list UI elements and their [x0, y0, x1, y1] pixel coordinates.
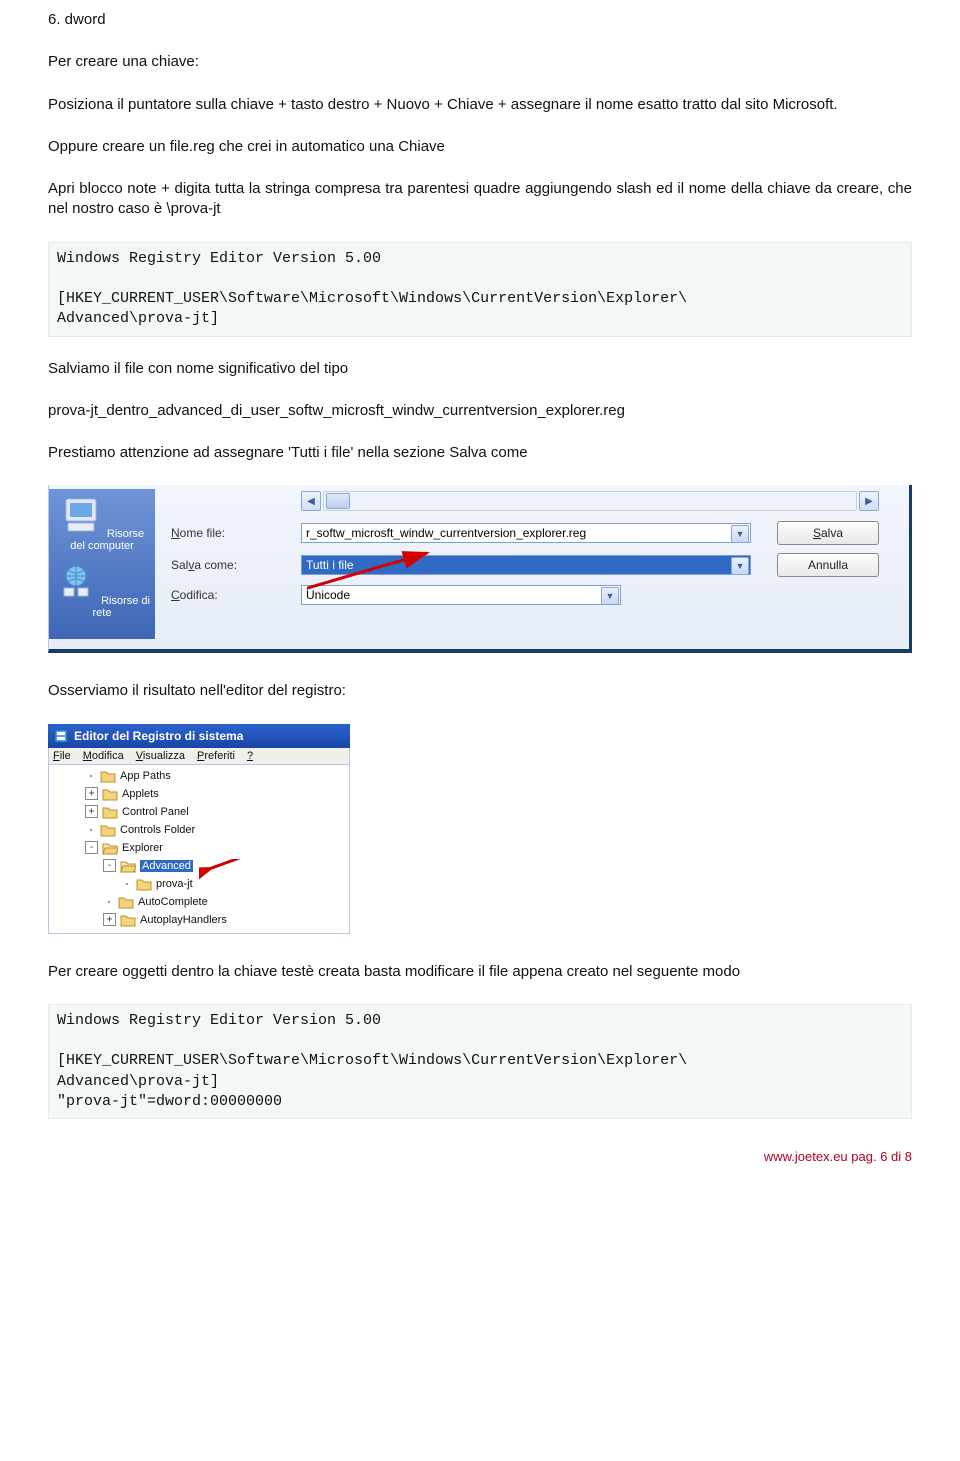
computer-icon — [60, 495, 104, 535]
filename-value: r_softw_microsft_windw_currentversion_ex… — [306, 526, 586, 540]
menu-modifica[interactable]: Modifica — [83, 750, 124, 762]
menu-file[interactable]: File — [53, 750, 71, 762]
folder-open-icon — [120, 859, 136, 873]
folder-icon — [102, 787, 118, 801]
code-block-2: Windows Registry Editor Version 5.00 [HK… — [48, 1004, 912, 1119]
tree-node-applets[interactable]: + Applets — [49, 785, 349, 803]
save-as-label: Salva come: — [171, 558, 301, 572]
para-instructions: Posiziona il puntatore sulla chiave + ta… — [48, 95, 912, 115]
encoding-select[interactable]: Unicode ▼ — [301, 585, 621, 605]
save-button[interactable]: Salva — [777, 521, 879, 545]
para-apri-blocco: Apri blocco note + digita tutta la strin… — [48, 179, 912, 220]
menu-visualizza[interactable]: Visualizza — [136, 750, 185, 762]
registry-editor-window: Editor del Registro di sistema File Modi… — [48, 724, 350, 934]
dropdown-icon[interactable]: ▼ — [731, 557, 749, 575]
save-dialog-places-bar: Risorse del computer Risorse di rete — [49, 489, 155, 639]
tree-node-explorer[interactable]: - Explorer — [49, 839, 349, 857]
para-salviamo: Salviamo il file con nome significativo … — [48, 359, 912, 379]
place-my-computer[interactable]: Risorse del computer — [53, 495, 151, 552]
registry-tree[interactable]: App Paths + Applets + Control Panel Cont… — [48, 765, 350, 934]
filename-input[interactable]: r_softw_microsft_windw_currentversion_ex… — [301, 523, 751, 543]
tree-node-prova-jt[interactable]: prova-jt — [49, 875, 349, 893]
folder-open-icon — [102, 841, 118, 855]
save-as-type-select[interactable]: Tutti i file ▼ — [301, 555, 751, 575]
para-prestiamo: Prestiamo attenzione ad assegnare 'Tutti… — [48, 443, 912, 463]
folder-icon — [136, 877, 152, 891]
tree-node-autoplayhandlers[interactable]: + AutoplayHandlers — [49, 911, 349, 929]
scroll-right-button[interactable]: ▶ — [859, 491, 879, 511]
scroll-left-button[interactable]: ◀ — [301, 491, 321, 511]
folder-icon — [100, 823, 116, 837]
menu-preferiti[interactable]: Preferiti — [197, 750, 235, 762]
para-oppure: Oppure creare un file.reg che crei in au… — [48, 137, 912, 157]
folder-icon — [100, 769, 116, 783]
heading-dword: 6. dword — [48, 10, 912, 30]
network-icon — [54, 562, 98, 602]
scroll-thumb[interactable] — [326, 493, 350, 509]
folder-icon — [118, 895, 134, 909]
tree-node-advanced[interactable]: - Advanced — [49, 857, 349, 875]
scroll-track[interactable] — [323, 491, 857, 511]
menubar[interactable]: File Modifica Visualizza Preferiti ? — [48, 748, 350, 765]
page-footer: www.joetex.eu pag. 6 di 8 — [48, 1149, 912, 1164]
encoding-label: Codifica: — [171, 588, 301, 602]
place-network[interactable]: Risorse di rete — [53, 562, 151, 619]
window-title: Editor del Registro di sistema — [74, 729, 243, 743]
horizontal-scrollbar[interactable]: ◀ ▶ — [301, 491, 879, 511]
para-filename: prova-jt_dentro_advanced_di_user_softw_m… — [48, 401, 912, 421]
folder-icon — [102, 805, 118, 819]
tree-node-control-panel[interactable]: + Control Panel — [49, 803, 349, 821]
folder-icon — [120, 913, 136, 927]
para-create-key: Per creare una chiave: — [48, 52, 912, 72]
window-titlebar: Editor del Registro di sistema — [48, 724, 350, 748]
save-as-value: Tutti i file — [306, 558, 354, 572]
cancel-button[interactable]: Annulla — [777, 553, 879, 577]
dropdown-icon[interactable]: ▼ — [731, 525, 749, 543]
filename-label: Nome file: — [171, 526, 301, 540]
menu-help[interactable]: ? — [247, 750, 253, 762]
save-dialog: Risorse del computer Risorse di rete ◀ — [48, 485, 912, 653]
tree-node-app-paths[interactable]: App Paths — [49, 767, 349, 785]
regedit-icon — [54, 729, 68, 743]
encoding-value: Unicode — [306, 588, 350, 602]
tree-node-autocomplete[interactable]: AutoComplete — [49, 893, 349, 911]
para-create-objects: Per creare oggetti dentro la chiave test… — [48, 962, 912, 982]
code-block-1: Windows Registry Editor Version 5.00 [HK… — [48, 242, 912, 337]
para-osserviamo: Osserviamo il risultato nell'editor del … — [48, 681, 912, 701]
dropdown-icon[interactable]: ▼ — [601, 587, 619, 605]
tree-node-controls-folder[interactable]: Controls Folder — [49, 821, 349, 839]
place-label: Risorse di rete — [93, 595, 150, 619]
